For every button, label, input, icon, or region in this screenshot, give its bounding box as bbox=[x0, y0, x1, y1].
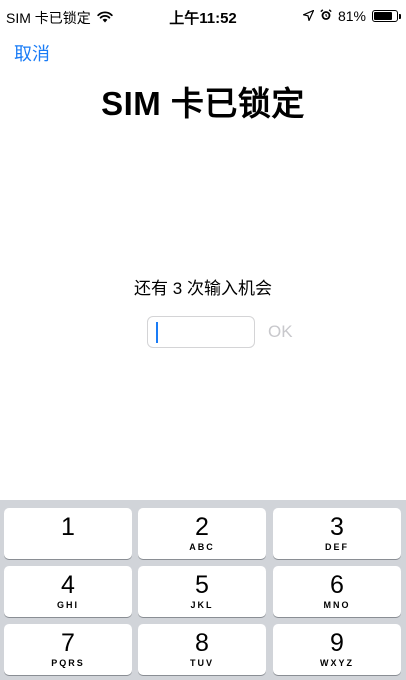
key-letters: DEF bbox=[325, 542, 349, 552]
key-letters bbox=[4, 542, 132, 552]
page-title: SIM 卡已锁定 bbox=[101, 85, 305, 122]
key-letters: GHI bbox=[56, 600, 79, 610]
pin-input[interactable] bbox=[147, 316, 255, 348]
key-digit: 2 bbox=[195, 513, 209, 541]
key-1[interactable]: 1 bbox=[4, 508, 132, 559]
key-digit: 1 bbox=[61, 513, 75, 541]
key-8[interactable]: 8 TUV bbox=[138, 624, 266, 675]
text-caret bbox=[156, 322, 158, 343]
key-7[interactable]: 7 PQRS bbox=[4, 624, 132, 675]
key-letters: MNO bbox=[323, 600, 351, 610]
battery-tip bbox=[399, 14, 401, 19]
numeric-keypad: 1 2 ABC 3 DEF 4 GHI 5 JKL 6 MNO 7 PQRS 8 TUV 9 WXYZ bbox=[0, 500, 406, 680]
key-digit: 8 bbox=[195, 629, 209, 657]
key-letters: PQRS bbox=[51, 658, 85, 668]
key-digit: 7 bbox=[61, 629, 75, 657]
battery-fill bbox=[374, 12, 392, 20]
key-2[interactable]: 2 ABC bbox=[138, 508, 266, 559]
status-right: 81% bbox=[302, 8, 401, 24]
key-digit: 4 bbox=[61, 571, 75, 599]
key-letters: WXYZ bbox=[320, 658, 354, 668]
key-digit: 9 bbox=[330, 629, 344, 657]
alarm-icon bbox=[320, 8, 332, 24]
key-letters: TUV bbox=[190, 658, 214, 668]
key-digit: 6 bbox=[330, 571, 344, 599]
key-3[interactable]: 3 DEF bbox=[273, 508, 401, 559]
key-digit: 3 bbox=[330, 513, 344, 541]
cancel-button[interactable]: 取消 bbox=[14, 40, 50, 66]
ok-button[interactable]: OK bbox=[268, 322, 293, 342]
battery-icon bbox=[372, 10, 401, 22]
key-digit: 5 bbox=[195, 571, 209, 599]
key-9[interactable]: 9 WXYZ bbox=[273, 624, 401, 675]
battery-percent: 81% bbox=[337, 8, 366, 24]
key-4[interactable]: 4 GHI bbox=[4, 566, 132, 617]
key-letters: JKL bbox=[190, 600, 214, 610]
location-arrow-icon bbox=[302, 8, 315, 24]
attempts-remaining-text: 还有 3 次输入机会 bbox=[134, 279, 272, 298]
status-bar: SIM 卡已锁定 上午11:52 81% bbox=[0, 0, 406, 34]
key-letters: ABC bbox=[189, 542, 215, 552]
key-6[interactable]: 6 MNO bbox=[273, 566, 401, 617]
key-5[interactable]: 5 JKL bbox=[138, 566, 266, 617]
